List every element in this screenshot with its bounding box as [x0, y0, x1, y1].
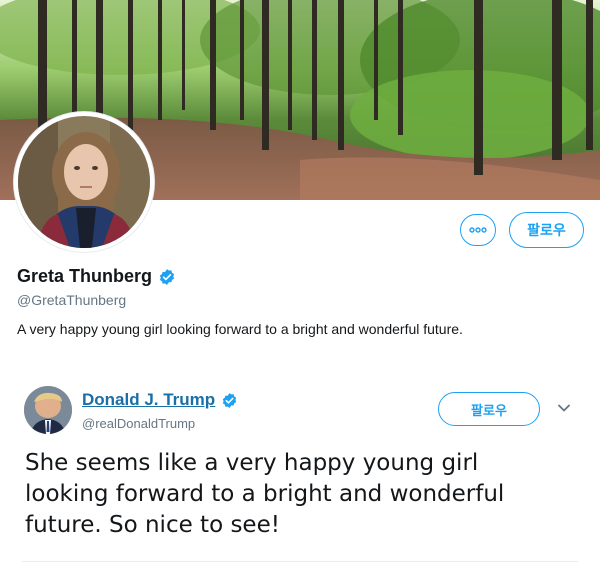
- profile-name[interactable]: Greta Thunberg: [17, 266, 176, 287]
- section-gap: [0, 350, 600, 370]
- tweet-author-handle: @realDonaldTrump: [82, 416, 196, 431]
- profile-handle: @GretaThunberg: [17, 292, 127, 308]
- profile-avatar[interactable]: [14, 112, 154, 252]
- page: 팔로우 Greta Thunberg @GretaThunberg A very…: [0, 0, 600, 563]
- profile-card: 팔로우 Greta Thunberg @GretaThunberg A very…: [0, 0, 600, 350]
- tweet-follow-button[interactable]: 팔로우: [438, 392, 540, 426]
- verified-badge-icon: [223, 392, 237, 408]
- avatar: [18, 116, 150, 248]
- divider: [22, 561, 578, 562]
- tweet-card: Donald J. Trump @realDonaldTrump 팔로우 She…: [0, 370, 600, 563]
- profile-follow-button[interactable]: 팔로우: [509, 212, 584, 248]
- tweet-author-photo-image: [24, 386, 72, 434]
- verified-badge-icon: [159, 268, 175, 285]
- profile-bio: A very happy young girl looking forward …: [17, 321, 463, 337]
- profile-name-text: Greta Thunberg: [17, 266, 153, 286]
- tweet-author-avatar[interactable]: [24, 386, 72, 434]
- more-options-button[interactable]: [460, 214, 496, 246]
- tweet-author-name-text: Donald J. Trump: [82, 390, 216, 409]
- chevron-down-icon[interactable]: [556, 402, 572, 414]
- tweet-text: She seems like a very happy young girl l…: [25, 450, 505, 538]
- profile-photo-image: [18, 116, 150, 248]
- more-dots-icon: [469, 227, 487, 233]
- tweet-author-name[interactable]: Donald J. Trump: [82, 390, 238, 410]
